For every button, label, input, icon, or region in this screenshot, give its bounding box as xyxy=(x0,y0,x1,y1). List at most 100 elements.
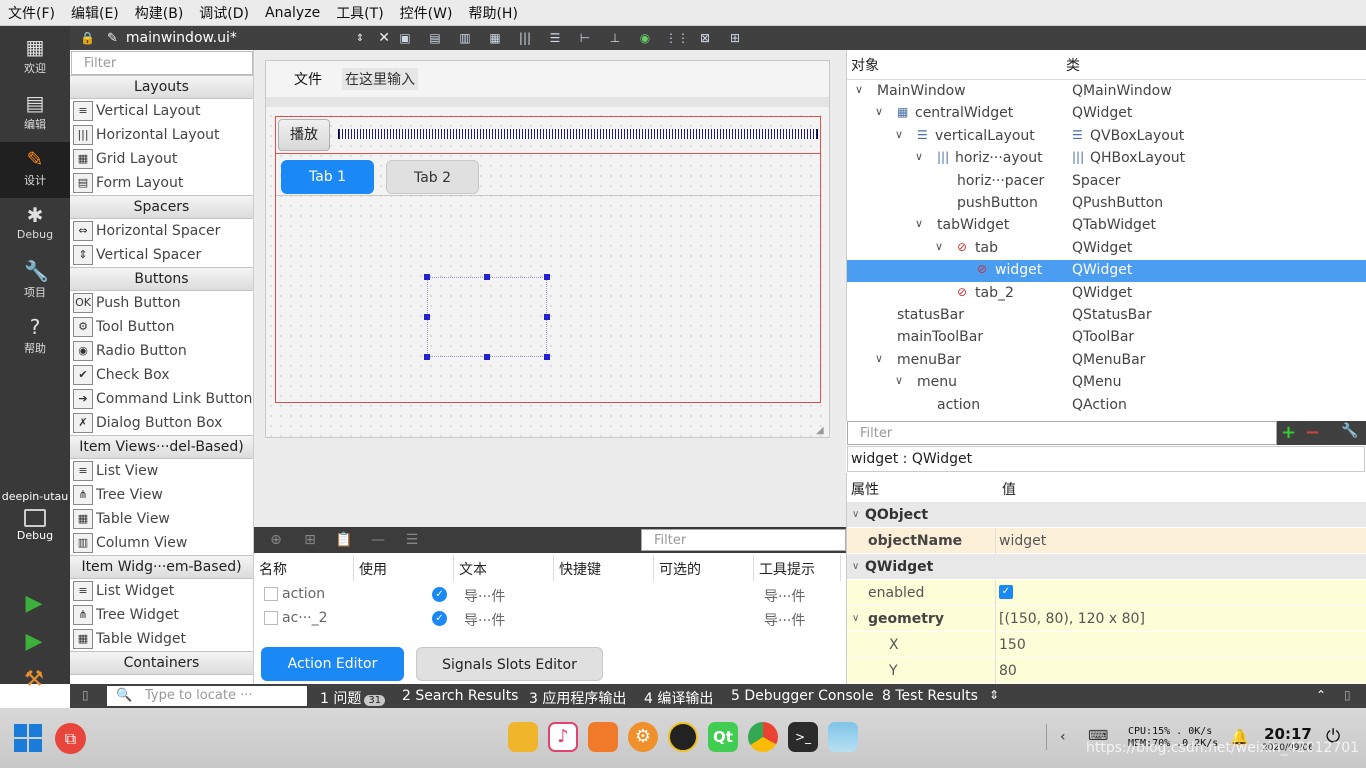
remove-property-icon[interactable]: − xyxy=(1305,422,1320,443)
object-tree-row[interactable]: horiz···pacer Spacer xyxy=(847,171,1366,193)
output-tab[interactable]: 1 问题 31 xyxy=(320,688,386,708)
mode-wrench[interactable]: 🔧 项目 xyxy=(0,254,70,310)
build-hammer-icon[interactable]: ⚒ xyxy=(20,666,48,694)
size-grip-icon[interactable]: ◢ xyxy=(816,425,824,436)
open-file-combo[interactable]: mainwindow.ui* xyxy=(126,30,356,46)
menu-item[interactable]: 帮助(H) xyxy=(460,3,525,23)
action-column-header[interactable]: 使用 xyxy=(354,555,454,581)
object-tree-row[interactable]: statusBar QStatusBar xyxy=(847,305,1366,327)
tab-1[interactable]: Tab 1 xyxy=(281,160,374,194)
action-filter-input[interactable]: Filter xyxy=(641,529,846,551)
widget-item[interactable]: ✔ Check Box xyxy=(70,363,253,387)
widget-category[interactable]: Layouts xyxy=(70,75,253,99)
object-tree-row[interactable]: pushButton QPushButton xyxy=(847,193,1366,215)
action-column-header[interactable]: 快捷键 xyxy=(554,555,654,581)
property-column-header[interactable]: 属性 xyxy=(851,479,879,499)
action-name[interactable]: ac···_2 xyxy=(282,608,328,630)
output-tab[interactable]: 3 应用程序输出 xyxy=(529,688,626,708)
widget-category[interactable]: Spacers xyxy=(70,195,253,219)
layout-h-splitter-icon[interactable]: ⊢ xyxy=(575,30,595,46)
widget-category[interactable]: Item Widg···em-Based) xyxy=(70,555,253,579)
layout-form-icon[interactable]: ◉ xyxy=(635,30,655,46)
video-player-icon[interactable] xyxy=(588,722,618,752)
widget-item[interactable]: ▤ Form Layout xyxy=(70,171,253,195)
view-mode-icon[interactable]: ☰ xyxy=(400,532,424,548)
action-column-header[interactable]: 可选的 xyxy=(654,555,754,581)
resize-handle[interactable] xyxy=(484,354,490,360)
widget-item[interactable]: ≡ Vertical Layout xyxy=(70,99,253,123)
more-tabs-icon[interactable]: ⇕ xyxy=(989,688,999,702)
output-tab[interactable]: 4 编译输出 xyxy=(644,688,713,708)
property-row[interactable]: Y 80 xyxy=(847,658,1366,684)
layout-horizontal-icon[interactable]: ||| xyxy=(515,30,535,46)
debug-run-icon[interactable]: ▶ xyxy=(20,628,48,656)
toggle-sidebar-icon[interactable]: ▯ xyxy=(82,688,89,702)
expand-chevron-icon[interactable]: ∨ xyxy=(855,83,863,96)
menu-item[interactable]: Analyze xyxy=(257,5,328,21)
object-tree-row[interactable]: ∨ tabWidget QTabWidget xyxy=(847,215,1366,237)
widget-item[interactable]: ≡ List View xyxy=(70,459,253,483)
property-row[interactable]: enabled ✓ xyxy=(847,580,1366,606)
expand-chevron-icon[interactable]: ∨ xyxy=(895,128,903,141)
expand-chevron-icon[interactable]: ∨ xyxy=(915,150,923,163)
widget-item[interactable]: ⋔ Tree Widget xyxy=(70,603,253,627)
combo-arrows-icon[interactable]: ⇕ xyxy=(356,33,364,44)
camera-icon[interactable] xyxy=(668,722,698,752)
menu-item[interactable]: 调试(D) xyxy=(191,3,257,23)
expand-chevron-icon[interactable]: ∨ xyxy=(852,613,859,624)
object-tree-row[interactable]: ∨ menu QMenu xyxy=(847,372,1366,394)
property-value[interactable]: 150 xyxy=(999,637,1026,653)
layout-v-splitter-icon[interactable]: ⊥ xyxy=(605,30,625,46)
layout-vertical-icon[interactable]: ☰ xyxy=(545,30,565,46)
break-layout-icon[interactable]: ⊠ xyxy=(695,30,715,46)
enabled-checkbox[interactable]: ✓ xyxy=(999,585,1013,599)
class-column-header[interactable]: 类 xyxy=(1066,55,1080,75)
edit-widgets-icon[interactable]: ▣ xyxy=(395,30,415,46)
mode-help[interactable]: ? 帮助 xyxy=(0,310,70,366)
property-row[interactable]: ∨ QWidget xyxy=(847,554,1366,580)
object-tree-row[interactable]: ∨ ▦ centralWidget QWidget xyxy=(847,103,1366,125)
object-tree-row[interactable]: ⊘ tab_2 QWidget xyxy=(847,283,1366,305)
mode-document[interactable]: ▤ 编辑 xyxy=(0,86,70,142)
action-column-header[interactable]: 文本 xyxy=(454,555,554,581)
output-tab[interactable]: 5 Debugger Console xyxy=(731,688,874,704)
object-tree-row[interactable]: action QAction xyxy=(847,395,1366,417)
property-filter-input[interactable]: Filter xyxy=(847,421,1277,445)
output-tab[interactable]: 2 Search Results xyxy=(402,688,518,704)
paste-action-icon[interactable]: 📋 xyxy=(332,532,356,548)
add-property-icon[interactable]: + xyxy=(1281,422,1296,443)
widget-item[interactable]: ⋔ Tree View xyxy=(70,483,253,507)
resize-handle[interactable] xyxy=(424,314,430,320)
object-column-header[interactable]: 对象 xyxy=(851,55,879,75)
expand-chevron-icon[interactable]: ∨ xyxy=(935,240,943,253)
chrome-icon[interactable] xyxy=(748,722,778,752)
mode-pencil[interactable]: ✎ 设计 xyxy=(0,142,70,198)
widget-item[interactable]: ⇔ Horizontal Spacer xyxy=(70,219,253,243)
action-editor-tab[interactable]: Action Editor xyxy=(261,647,404,681)
expand-chevron-icon[interactable]: ∨ xyxy=(915,217,923,230)
resize-handle[interactable] xyxy=(544,314,550,320)
widget-category[interactable]: Item Views···del-Based) xyxy=(70,435,253,459)
file-manager-icon[interactable] xyxy=(508,722,538,752)
property-value[interactable]: [(150, 80), 120 x 80] xyxy=(999,611,1145,627)
resize-handle[interactable] xyxy=(484,274,490,280)
object-tree-row[interactable]: ∨ MainWindow QMainWindow xyxy=(847,81,1366,103)
object-tree-row[interactable]: mainToolBar QToolBar xyxy=(847,327,1366,349)
tray-expand-icon[interactable]: ‹ xyxy=(1060,729,1066,745)
delete-action-icon[interactable]: — xyxy=(366,532,390,548)
copy-action-icon[interactable]: ⊞ xyxy=(298,532,322,548)
maximize-output-icon[interactable]: ⌃ xyxy=(1316,688,1326,702)
new-action-icon[interactable]: ⊕ xyxy=(264,532,288,548)
widget-item[interactable]: OK Push Button xyxy=(70,291,253,315)
signals-slots-editor-tab[interactable]: Signals Slots Editor xyxy=(416,647,603,681)
property-row[interactable]: X 150 xyxy=(847,632,1366,658)
property-value[interactable]: 80 xyxy=(999,663,1017,679)
widget-item[interactable]: ✗ Dialog Button Box xyxy=(70,411,253,435)
property-row[interactable]: objectName widget xyxy=(847,528,1366,554)
edit-signals-icon[interactable]: ▤ xyxy=(425,30,445,46)
tab-2[interactable]: Tab 2 xyxy=(386,160,479,194)
launcher-icon[interactable] xyxy=(14,724,44,752)
widget-item[interactable]: ◉ Radio Button xyxy=(70,339,253,363)
play-button[interactable]: 播放 xyxy=(278,119,330,151)
configure-wrench-icon[interactable]: 🔧 xyxy=(1341,423,1358,439)
